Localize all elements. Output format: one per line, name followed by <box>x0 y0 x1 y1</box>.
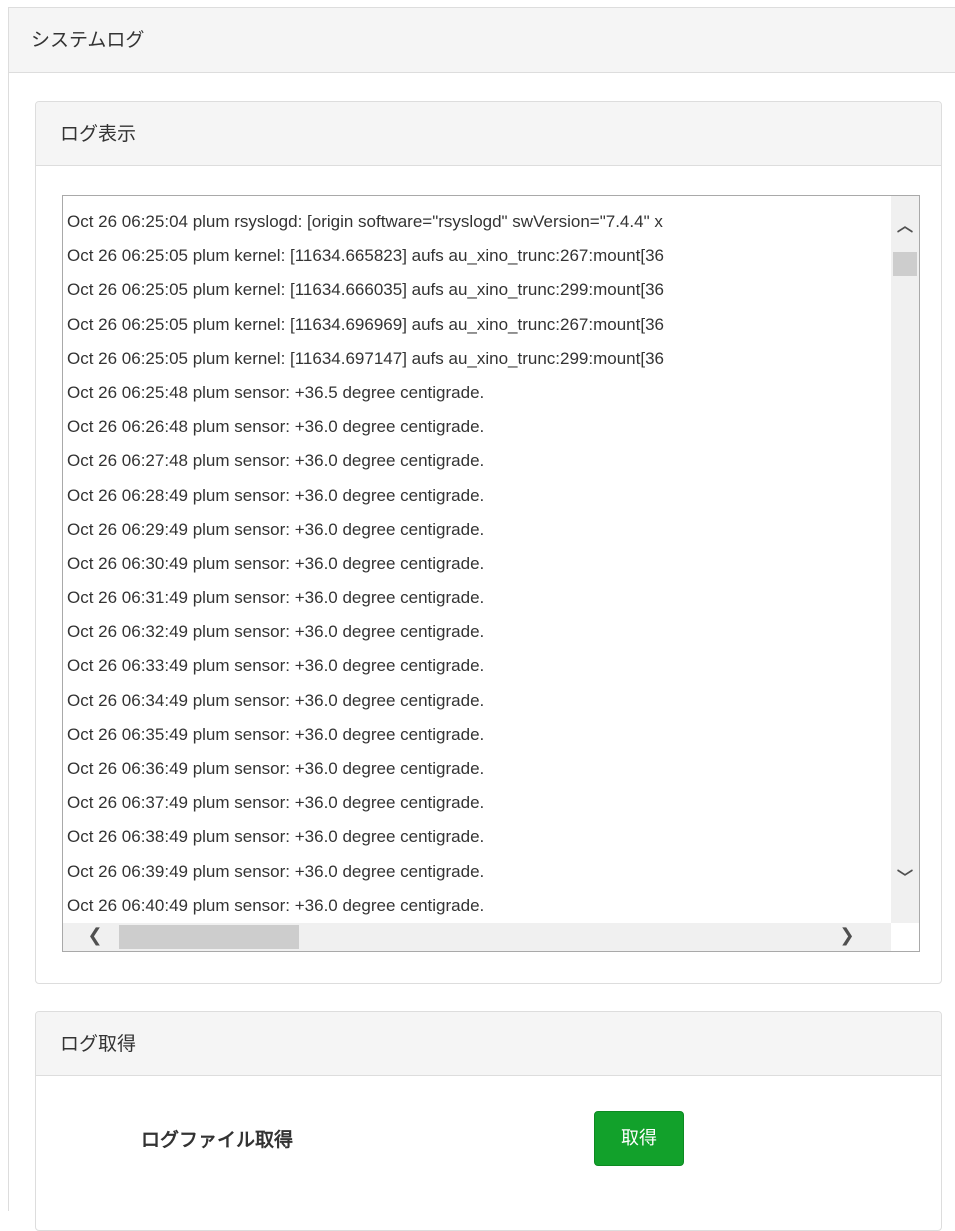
log-content: Oct 26 06:25:04 plum rsyslogd: [origin s… <box>67 205 891 922</box>
log-line: Oct 26 06:29:49 plum sensor: +36.0 degre… <box>67 519 485 539</box>
log-view-panel: ログ表示 Oct 26 06:25:04 plum rsyslogd: [ori… <box>35 101 942 984</box>
log-line: Oct 26 06:33:49 plum sensor: +36.0 degre… <box>67 656 485 676</box>
horizontal-scroll-thumb[interactable] <box>119 925 299 949</box>
chevron-left-icon[interactable]: ❮ <box>85 927 105 945</box>
log-line: Oct 26 06:25:04 plum rsyslogd: [origin s… <box>67 212 663 231</box>
chevron-right-icon[interactable]: ❯ <box>837 927 857 945</box>
system-log-panel: システムログ ログ表示 Oct 26 06:25:04 plum rsyslog… <box>8 7 955 1231</box>
vertical-scrollbar[interactable]: ︿ ﹀ <box>891 196 919 923</box>
get-log-button[interactable]: 取得 <box>594 1111 684 1166</box>
log-line: Oct 26 06:28:49 plum sensor: +36.0 degre… <box>67 485 485 505</box>
vertical-scroll-thumb[interactable] <box>893 252 917 276</box>
log-line: Oct 26 06:30:49 plum sensor: +36.0 degre… <box>67 553 485 573</box>
log-line: Oct 26 06:26:48 plum sensor: +36.0 degre… <box>67 417 485 437</box>
page-title: システムログ <box>9 8 955 73</box>
log-line: Oct 26 06:36:49 plum sensor: +36.0 degre… <box>67 759 485 778</box>
log-line: Oct 26 06:34:49 plum sensor: +36.0 degre… <box>67 690 485 710</box>
log-get-heading: ログ取得 <box>36 1012 941 1076</box>
log-line: Oct 26 06:25:05 plum kernel: [11634.6969… <box>67 314 664 334</box>
log-line: Oct 26 06:27:48 plum sensor: +36.0 degre… <box>67 451 485 471</box>
log-textarea[interactable]: Oct 26 06:25:04 plum rsyslogd: [origin s… <box>62 195 920 952</box>
chevron-down-icon[interactable]: ﹀ <box>891 870 919 886</box>
log-get-panel: ログ取得 ログファイル取得 取得 <box>35 1011 942 1231</box>
log-line: Oct 26 06:38:49 plum sensor: +36.0 degre… <box>67 827 485 847</box>
log-view-heading: ログ表示 <box>36 102 941 166</box>
scrollbar-corner <box>891 923 919 951</box>
log-line: Oct 26 06:35:49 plum sensor: +36.0 degre… <box>67 724 485 744</box>
log-file-get-label: ログファイル取得 <box>141 1129 294 1151</box>
log-line: Oct 26 06:37:49 plum sensor: +36.0 degre… <box>67 793 485 813</box>
log-line: Oct 26 06:32:49 plum sensor: +36.0 degre… <box>67 622 485 642</box>
horizontal-scrollbar[interactable]: ❮ ❯ <box>63 923 891 951</box>
log-line: Oct 26 06:25:05 plum kernel: [11634.6658… <box>67 246 664 266</box>
log-line: Oct 26 06:25:05 plum kernel: [11634.6660… <box>67 280 664 300</box>
log-line: Oct 26 06:39:49 plum sensor: +36.0 degre… <box>67 861 485 881</box>
log-line: Oct 26 06:25:05 plum kernel: [11634.6971… <box>67 348 664 368</box>
log-line: Oct 26 06:25:48 plum sensor: +36.5 degre… <box>67 382 485 402</box>
log-line: Oct 26 06:40:49 plum sensor: +36.0 degre… <box>67 895 485 915</box>
log-line: Oct 26 06:31:49 plum sensor: +36.0 degre… <box>67 588 485 608</box>
chevron-up-icon[interactable]: ︿ <box>891 218 919 234</box>
